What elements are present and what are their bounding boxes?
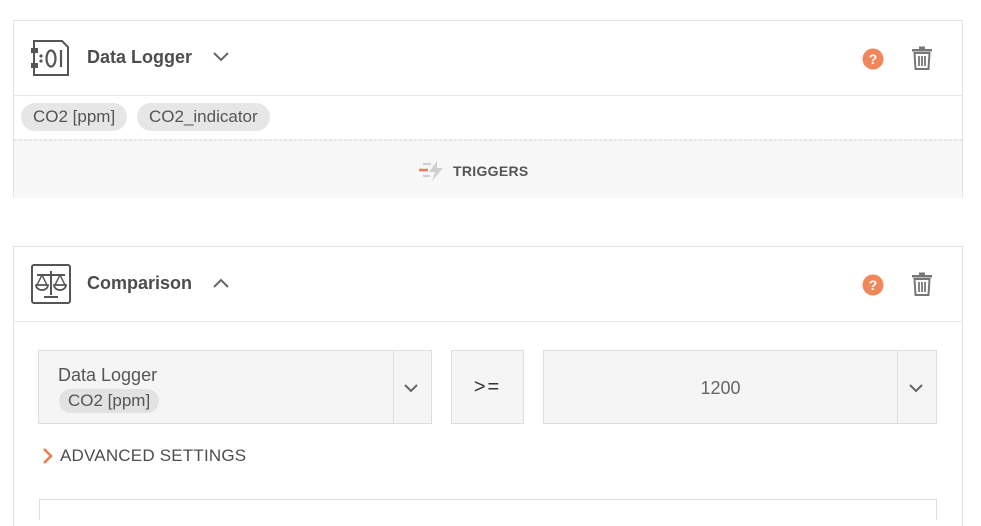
chevron-down-icon[interactable] xyxy=(908,382,924,394)
data-logger-header: Data Logger ? xyxy=(14,21,962,96)
value-select[interactable]: 1200 xyxy=(543,350,937,424)
settings-panel xyxy=(39,499,937,520)
advanced-settings-label: ADVANCED SETTINGS xyxy=(60,446,247,465)
block-title: Data Logger xyxy=(87,47,193,67)
chevron-down-icon[interactable] xyxy=(403,382,419,394)
data-logger-card: Data Logger ? CO2 [ppm] CO2_indicator TR… xyxy=(13,20,963,198)
help-icon[interactable]: ? xyxy=(862,274,884,296)
divider xyxy=(393,351,394,423)
chevron-down-icon[interactable] xyxy=(212,50,230,64)
operator-value: >= xyxy=(473,376,502,398)
divider xyxy=(897,351,898,423)
tag-chip-co2-ppm[interactable]: CO2 [ppm] xyxy=(21,103,128,131)
source-chip: CO2 [ppm] xyxy=(59,389,160,413)
comparison-header: Comparison ? xyxy=(14,247,962,322)
tag-list: CO2 [ppm] CO2_indicator xyxy=(14,96,962,140)
svg-text:?: ? xyxy=(869,277,878,293)
triggers-icon xyxy=(419,161,443,181)
chevron-up-icon[interactable] xyxy=(212,276,230,290)
threshold-value: 1200 xyxy=(700,378,741,398)
comparison-card: Comparison ? Data Logger CO2 [ppm] >= 12 xyxy=(13,246,963,526)
data-logger-icon xyxy=(31,40,69,76)
block-title: Comparison xyxy=(87,273,193,293)
operator-select[interactable]: >= xyxy=(451,350,524,424)
scale-icon xyxy=(31,264,71,304)
tag-chip-co2-indicator[interactable]: CO2_indicator xyxy=(137,103,270,131)
source-select[interactable]: Data Logger CO2 [ppm] xyxy=(38,350,432,424)
triggers-button[interactable]: TRIGGERS xyxy=(14,140,962,198)
trash-icon[interactable] xyxy=(911,272,933,296)
chevron-right-icon xyxy=(43,448,53,464)
source-label: Data Logger xyxy=(58,365,158,385)
trash-icon[interactable] xyxy=(911,46,933,70)
svg-text:?: ? xyxy=(869,51,878,67)
triggers-label: TRIGGERS xyxy=(453,163,529,179)
help-icon[interactable]: ? xyxy=(862,48,884,70)
